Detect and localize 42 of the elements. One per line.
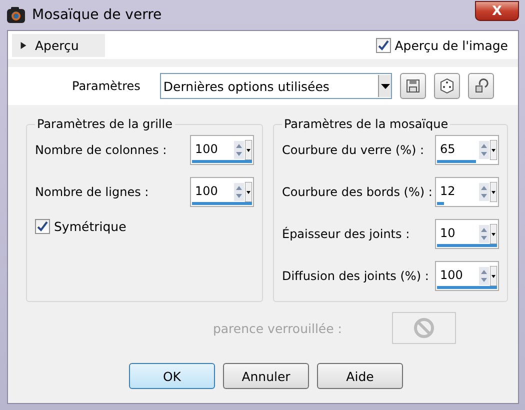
save-button[interactable]	[400, 73, 426, 99]
prohibited-icon	[413, 317, 435, 339]
dropdown-icon[interactable]	[490, 266, 497, 286]
dialog-button[interactable]: Annuler	[223, 363, 309, 389]
dropdown-icon[interactable]	[244, 182, 252, 202]
locked-transparency-label: parence verrouillée :	[212, 320, 342, 336]
group-title: Paramètres de la mosaïque	[282, 117, 450, 131]
dialog-button[interactable]: Aide	[317, 363, 403, 389]
close-button[interactable]: X	[475, 1, 519, 21]
dice-icon	[439, 78, 456, 94]
preview-toggle[interactable]: Aperçu	[12, 34, 105, 56]
presets-dropdown[interactable]: Dernières options utilisées	[160, 73, 392, 99]
field-label: Nombre de lignes :	[35, 185, 149, 199]
field-label: Diffusion des joints (%) :	[282, 269, 429, 283]
number-field[interactable]: 65	[435, 135, 499, 165]
number-field[interactable]: 100	[190, 135, 254, 165]
checkbox[interactable]	[35, 219, 50, 234]
presets-label: Paramètres	[72, 79, 140, 93]
number-field[interactable]: 12	[435, 177, 499, 207]
dropdown-icon[interactable]	[380, 84, 390, 88]
dropdown-icon[interactable]	[490, 140, 497, 160]
reset-icon	[473, 78, 490, 94]
dropdown-icon[interactable]	[490, 182, 497, 202]
field-label: Épaisseur des joints :	[282, 227, 410, 241]
camera-icon	[6, 6, 26, 24]
reset-button[interactable]	[468, 73, 494, 99]
number-field[interactable]: 100	[435, 261, 499, 291]
field-label: Nombre de colonnes :	[35, 143, 167, 157]
checkbox-label: Symétrique	[54, 219, 126, 234]
dropdown-icon[interactable]	[490, 224, 497, 244]
field-label: Courbure du verre (%) :	[282, 143, 424, 157]
dice-button[interactable]	[434, 73, 460, 99]
checkbox-label: Aperçu de l'image	[394, 38, 508, 52]
number-field[interactable]: 100	[190, 177, 254, 207]
dropdown-icon[interactable]	[244, 140, 252, 160]
dialog-button[interactable]: OK	[129, 363, 215, 389]
group-title: Paramètres de la grille	[36, 117, 174, 131]
window-title: Mosaïque de verre	[32, 7, 163, 23]
checkbox[interactable]	[376, 38, 391, 52]
number-field[interactable]: 10	[435, 219, 499, 249]
field-label: Courbure des bords (%) :	[282, 185, 432, 199]
expand-arrow-icon	[20, 40, 27, 50]
